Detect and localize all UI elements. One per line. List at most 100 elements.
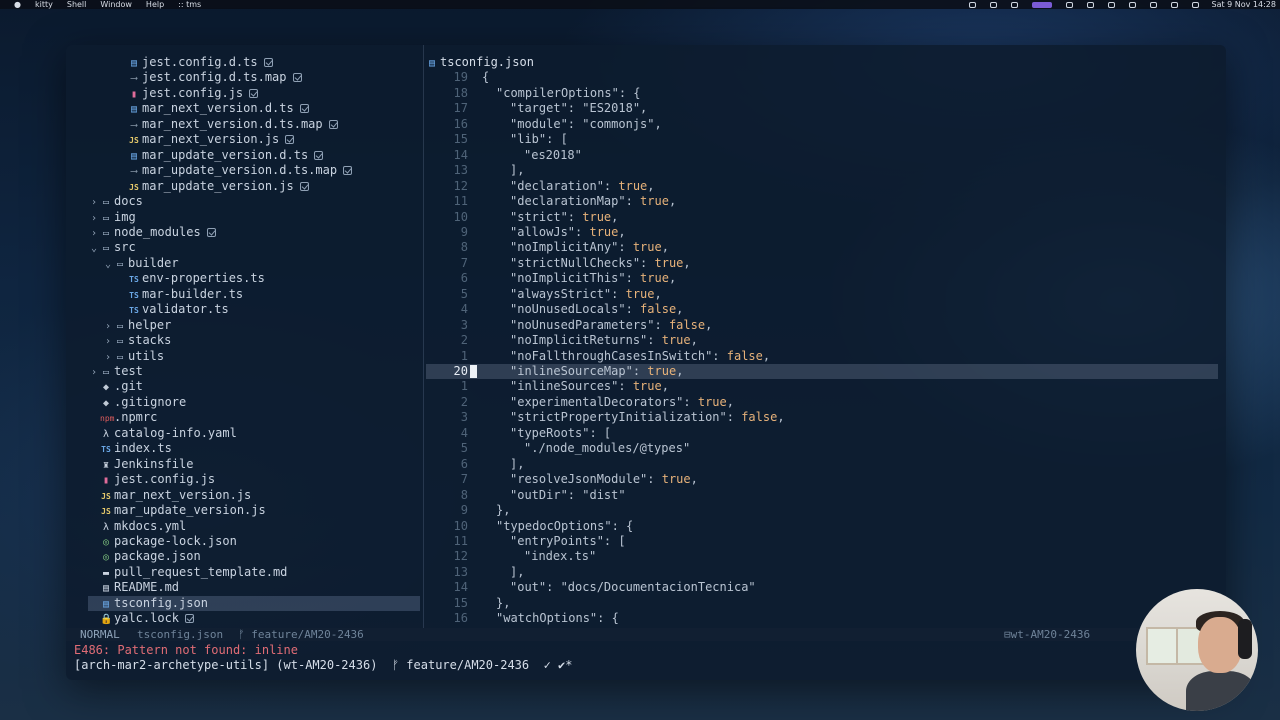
- editor-line[interactable]: 11 "declarationMap": true,: [426, 194, 1218, 209]
- file-tree-item[interactable]: JS mar_next_version.js: [116, 132, 295, 147]
- editor-tab[interactable]: ▤ tsconfig.json: [426, 55, 534, 70]
- pane-divider[interactable]: [423, 45, 424, 628]
- chevron-right-icon[interactable]: ›: [102, 334, 114, 349]
- editor-line[interactable]: 9 "allowJs": true,: [426, 225, 1218, 240]
- editor-line[interactable]: 3 "noUnusedParameters": false,: [426, 318, 1218, 333]
- file-tree-item[interactable]: ⟶ mar_next_version.d.ts.map: [116, 117, 338, 132]
- file-tree-item-selected[interactable]: ▤ tsconfig.json: [88, 595, 420, 611]
- editor-line[interactable]: 17 "target": "ES2018",: [426, 101, 1218, 116]
- editor-pane[interactable]: ▤ tsconfig.json 19{18 "compilerOptions": {…: [426, 55, 1226, 628]
- file-tree-item[interactable]: ▬ pull_request_template.md: [88, 565, 287, 580]
- status-icon[interactable]: [1011, 1, 1019, 8]
- file-tree-item[interactable]: ⟶ jest.config.d.ts.map: [116, 70, 302, 85]
- file-tree-item[interactable]: TS mar-builder.ts: [116, 287, 243, 302]
- file-tree-item[interactable]: › ▭ docs: [88, 194, 143, 209]
- wifi-icon[interactable]: [1150, 1, 1158, 8]
- file-tree-item[interactable]: JS mar_next_version.js: [88, 488, 251, 503]
- file-tree-item[interactable]: ⟶ mar_update_version.d.ts.map: [116, 163, 353, 178]
- editor-line[interactable]: 13],: [426, 565, 1218, 580]
- editor-line[interactable]: 10 "typedocOptions": {: [426, 519, 1218, 534]
- status-icon[interactable]: [1129, 1, 1137, 8]
- file-tree-item[interactable]: ◆ .gitignore: [88, 395, 186, 410]
- status-icon[interactable]: [990, 1, 998, 8]
- editor-line[interactable]: 14 "es2018": [426, 148, 1218, 163]
- menu-app-kitty[interactable]: kitty: [35, 0, 53, 9]
- shell-prompt[interactable]: [arch-mar2-archetype-utils] (wt-AM20-243…: [74, 658, 572, 672]
- status-icon[interactable]: [1108, 1, 1116, 8]
- file-tree-item[interactable]: λ mkdocs.yml: [88, 519, 186, 534]
- editor-line[interactable]: 14 "out": "docs/DocumentacionTecnica": [426, 580, 1218, 595]
- editor-line[interactable]: 6],: [426, 457, 1218, 472]
- menubar-clock[interactable]: Sat 9 Nov 14:28: [1211, 0, 1276, 9]
- menu-help[interactable]: Help: [146, 0, 164, 9]
- chevron-down-icon[interactable]: ⌄: [102, 257, 114, 272]
- editor-line[interactable]: 11 "entryPoints": [: [426, 534, 1218, 549]
- file-tree-item[interactable]: ▤ README.md: [88, 580, 179, 595]
- editor-line[interactable]: 3 "strictPropertyInitialization": false,: [426, 410, 1218, 425]
- editor-line[interactable]: 6 "noImplicitThis": true,: [426, 271, 1218, 286]
- chevron-right-icon[interactable]: ›: [88, 195, 100, 210]
- file-tree-item[interactable]: ◎ package-lock.json: [88, 534, 237, 549]
- file-tree-item[interactable]: ▤ mar_update_version.d.ts: [116, 148, 324, 163]
- editor-line[interactable]: 2 "experimentalDecorators": true,: [426, 395, 1218, 410]
- editor-line[interactable]: 18 "compilerOptions": {: [426, 86, 1218, 101]
- menu-tms[interactable]: :: tms: [178, 0, 201, 9]
- editor-line[interactable]: 15},: [426, 596, 1218, 611]
- chevron-down-icon[interactable]: ⌄: [88, 241, 100, 256]
- editor-line[interactable]: 13],: [426, 163, 1218, 178]
- status-icon[interactable]: [969, 1, 977, 8]
- file-tree-item[interactable]: › ▭ node_modules: [88, 225, 216, 240]
- menu-shell[interactable]: Shell: [67, 0, 87, 9]
- file-tree-item[interactable]: › ▭ img: [88, 210, 136, 225]
- editor-line[interactable]: 5 "./node_modules/@types": [426, 441, 1218, 456]
- file-tree-item[interactable]: ▮ jest.config.js: [116, 86, 259, 101]
- editor-line[interactable]: 7 "resolveJsonModule": true,: [426, 472, 1218, 487]
- editor-line[interactable]: 9},: [426, 503, 1218, 518]
- chevron-right-icon[interactable]: ›: [88, 226, 100, 241]
- file-tree-item[interactable]: JS mar_update_version.js: [88, 503, 266, 518]
- file-tree-item[interactable]: › ▭ utils: [102, 349, 164, 364]
- file-tree-item[interactable]: › ▭ test: [88, 364, 143, 379]
- file-tree-item[interactable]: ◎ package.json: [88, 549, 201, 564]
- editor-line[interactable]: 19 {: [426, 70, 1218, 85]
- editor-line-current[interactable]: 20 "inlineSourceMap": true,: [426, 364, 1218, 379]
- editor-line[interactable]: 12 "index.ts": [426, 549, 1218, 564]
- file-tree-item[interactable]: ⌄ ▭ src: [88, 240, 136, 255]
- status-icon[interactable]: [1066, 1, 1074, 8]
- editor-line[interactable]: 16 "module": "commonjs",: [426, 117, 1218, 132]
- file-tree-item[interactable]: › ▭ stacks: [102, 333, 171, 348]
- editor-line[interactable]: 4 "typeRoots": [: [426, 426, 1218, 441]
- file-tree-item[interactable]: › ▭ helper: [102, 318, 171, 333]
- file-tree-item[interactable]: ▮ jest.config.js: [88, 472, 215, 487]
- file-tree-item[interactable]: TS env-properties.ts: [116, 271, 265, 286]
- menu-window[interactable]: Window: [100, 0, 132, 9]
- editor-line[interactable]: 4 "noUnusedLocals": false,: [426, 302, 1218, 317]
- file-tree-item[interactable]: ▤ jest.config.d.ts: [116, 55, 273, 70]
- editor-line[interactable]: 15 "lib": [: [426, 132, 1218, 147]
- chevron-right-icon[interactable]: ›: [88, 365, 100, 380]
- editor-line[interactable]: 10 "strict": true,: [426, 210, 1218, 225]
- editor-line[interactable]: 5 "alwaysStrict": true,: [426, 287, 1218, 302]
- editor-line[interactable]: 12 "declaration": true,: [426, 179, 1218, 194]
- status-icon[interactable]: [1087, 1, 1095, 8]
- control-center-icon[interactable]: [1192, 1, 1200, 8]
- chevron-right-icon[interactable]: ›: [102, 350, 114, 365]
- editor-line[interactable]: 1 "inlineSources": true,: [426, 379, 1218, 394]
- file-tree-item[interactable]: ▤ mar_next_version.d.ts: [116, 101, 309, 116]
- file-tree-item[interactable]: ♜ Jenkinsfile: [88, 457, 194, 472]
- workspace-indicator-icon[interactable]: [1032, 1, 1053, 8]
- editor-line[interactable]: 2 "noImplicitReturns": true,: [426, 333, 1218, 348]
- editor-line[interactable]: 8 "noImplicitAny": true,: [426, 240, 1218, 255]
- chevron-right-icon[interactable]: ›: [88, 211, 100, 226]
- file-tree-item[interactable]: ◆ .git: [88, 379, 143, 394]
- editor-line[interactable]: 7 "strictNullChecks": true,: [426, 256, 1218, 271]
- file-tree-item[interactable]: npm.npmrc: [88, 410, 157, 425]
- file-tree-item[interactable]: JS mar_update_version.js: [116, 179, 309, 194]
- chevron-right-icon[interactable]: ›: [102, 319, 114, 334]
- search-icon[interactable]: [1171, 1, 1179, 8]
- file-tree-item[interactable]: 🔒 yalc.lock: [88, 611, 195, 626]
- file-tree-item[interactable]: λ catalog-info.yaml: [88, 426, 237, 441]
- apple-icon[interactable]: ●: [14, 0, 21, 9]
- file-tree-item[interactable]: TS index.ts: [88, 441, 172, 456]
- editor-line[interactable]: 16 "watchOptions": {: [426, 611, 1218, 626]
